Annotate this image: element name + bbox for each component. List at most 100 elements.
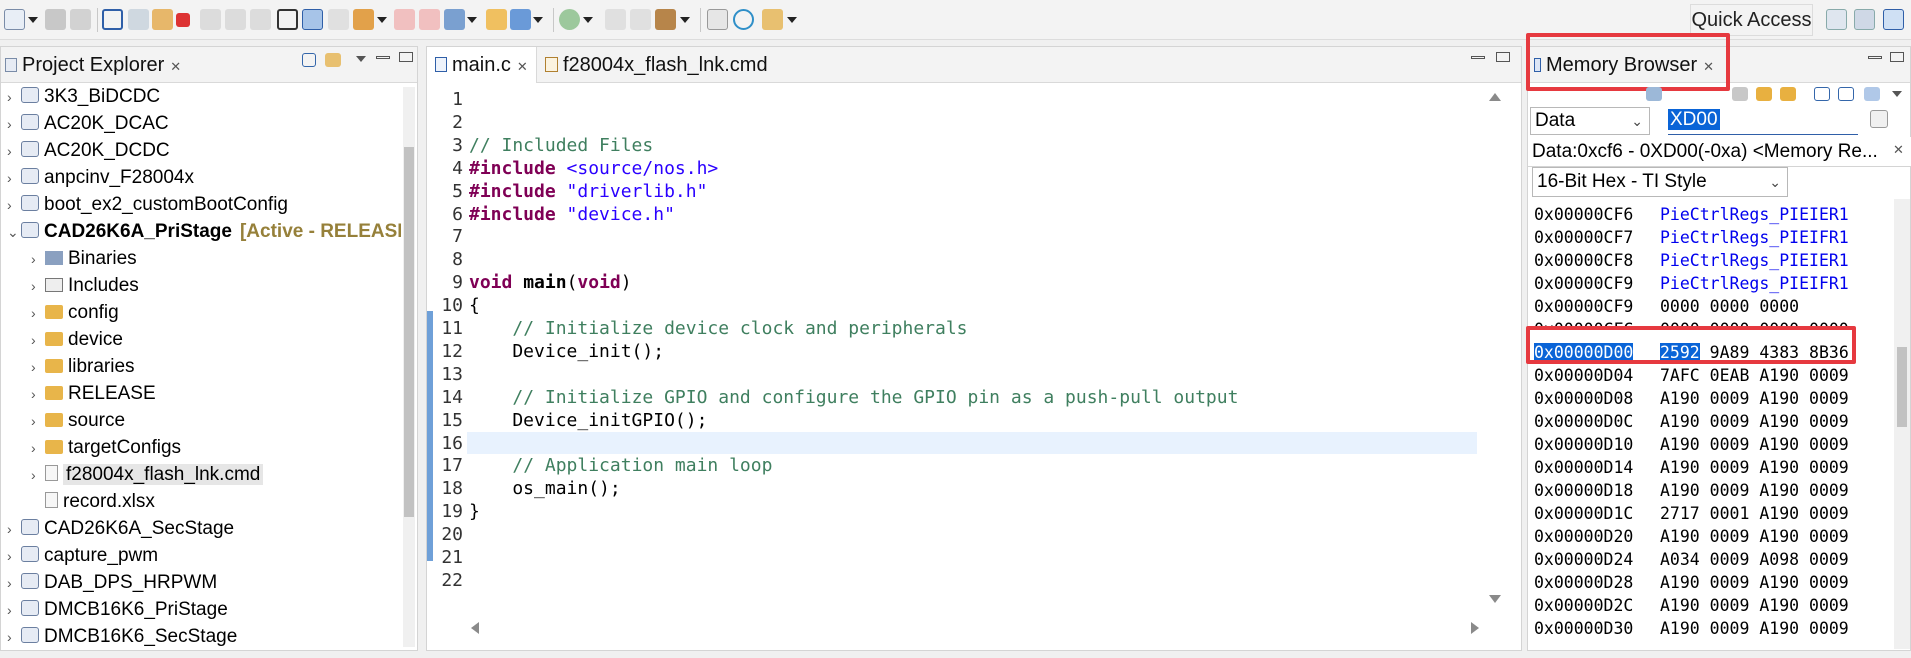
scroll-right-icon[interactable] xyxy=(1471,622,1479,634)
page-select[interactable]: Data ⌄ xyxy=(1530,107,1650,135)
format-select[interactable]: 16-Bit Hex - TI Style ⌄ xyxy=(1532,167,1788,197)
memory-row[interactable]: 0x00000D14 A190 0009 A190 0009 xyxy=(1528,458,1894,477)
memory-row[interactable]: 0x00000D28 A190 0009 A190 0009 xyxy=(1528,573,1894,592)
close-icon[interactable]: ✕ xyxy=(170,59,181,74)
tree-item[interactable]: ⌄ CAD26K6A_PriStage [Active - RELEASE xyxy=(1,218,401,245)
chevron-right-icon[interactable]: › xyxy=(7,543,21,570)
editor-vscrollbar[interactable] xyxy=(1485,89,1503,609)
close-icon[interactable]: ✕ xyxy=(1893,143,1904,158)
import-icon[interactable] xyxy=(1756,87,1772,101)
explorer-scrollbar-thumb[interactable] xyxy=(404,147,414,517)
step-into-icon[interactable] xyxy=(200,9,221,30)
pencil-dropdown-icon[interactable] xyxy=(787,17,797,23)
debug-dropdown-icon[interactable] xyxy=(467,17,477,23)
save-icon[interactable] xyxy=(45,9,66,30)
gear-dropdown-icon[interactable] xyxy=(583,17,593,23)
close-icon[interactable]: ✕ xyxy=(517,59,528,74)
chevron-right-icon[interactable]: › xyxy=(7,570,21,597)
maximize-icon[interactable] xyxy=(1496,52,1510,62)
memory-row[interactable]: 0x00000CF9 PieCtrlRegs_PIEIFR1 xyxy=(1528,274,1894,293)
skip-breakpoints-icon[interactable] xyxy=(419,9,440,30)
debug-icon[interactable] xyxy=(444,9,465,30)
chevron-right-icon[interactable]: › xyxy=(31,273,45,300)
grid-icon[interactable] xyxy=(277,9,298,30)
chevron-right-icon[interactable]: › xyxy=(7,516,21,543)
maximize-icon[interactable] xyxy=(1890,52,1904,62)
pin-icon[interactable] xyxy=(1838,87,1854,101)
tree-item[interactable]: › source xyxy=(1,407,125,434)
chevron-right-icon[interactable]: › xyxy=(31,408,45,435)
minimize-icon[interactable] xyxy=(376,56,390,59)
connect-icon[interactable] xyxy=(302,9,323,30)
quick-access-field[interactable]: Quick Access xyxy=(1690,4,1813,36)
memory-scrollbar-thumb[interactable] xyxy=(1897,347,1907,427)
tab-project-explorer[interactable]: Project Explorer ✕ xyxy=(5,47,181,83)
undo-icon[interactable] xyxy=(605,9,626,30)
console-icon[interactable] xyxy=(707,9,728,30)
tree-item[interactable]: › libraries xyxy=(1,353,135,380)
export-icon[interactable] xyxy=(1780,87,1796,101)
save-all-icon[interactable] xyxy=(70,9,91,30)
address-input[interactable]: XD00 xyxy=(1668,107,1858,135)
tree-item[interactable]: › f28004x_flash_lnk.cmd xyxy=(1,461,264,488)
run-dropdown-icon[interactable] xyxy=(533,17,543,23)
resume-icon[interactable] xyxy=(128,9,149,30)
tree-item[interactable]: › Includes xyxy=(1,272,139,299)
memory-row[interactable]: 0x00000CF7 PieCtrlRegs_PIEIFR1 xyxy=(1528,228,1894,247)
minimize-icon[interactable] xyxy=(1471,56,1485,59)
search-icon[interactable] xyxy=(733,9,754,30)
run-icon[interactable] xyxy=(510,9,531,30)
maximize-icon[interactable] xyxy=(399,52,413,62)
build-icon[interactable] xyxy=(486,9,507,30)
tree-item[interactable]: › DMCB16K6_SecStage xyxy=(1,623,237,650)
link-icon[interactable] xyxy=(1864,87,1880,101)
step-over-icon[interactable] xyxy=(225,9,246,30)
chevron-right-icon[interactable]: › xyxy=(7,165,21,192)
tree-item[interactable]: › DMCB16K6_PriStage xyxy=(1,596,228,623)
tree-item[interactable]: record.xlsx xyxy=(1,488,155,515)
new-tab-icon[interactable] xyxy=(1814,87,1830,101)
tree-item[interactable]: › boot_ex2_customBootConfig xyxy=(1,191,288,218)
chevron-right-icon[interactable]: › xyxy=(7,624,21,651)
memory-row[interactable]: 0x00000D2C A190 0009 A190 0009 xyxy=(1528,596,1894,615)
tree-item[interactable]: › RELEASE xyxy=(1,380,156,407)
redo-icon[interactable] xyxy=(630,9,651,30)
code-area[interactable]: 1 2 3// Included Files 4 #include <source/no… xyxy=(433,83,1497,658)
tree-item[interactable]: › capture_pwm xyxy=(1,542,158,569)
download-icon[interactable] xyxy=(353,9,374,30)
link-editor-icon[interactable] xyxy=(325,53,341,67)
chevron-right-icon[interactable]: › xyxy=(31,381,45,408)
view-menu-icon[interactable] xyxy=(1892,91,1902,97)
load-memory-icon[interactable] xyxy=(1732,87,1748,101)
chevron-right-icon[interactable]: › xyxy=(7,111,21,138)
memory-row[interactable]: 0x00000D24 A034 0009 A098 0009 xyxy=(1528,550,1894,569)
chevron-right-icon[interactable]: › xyxy=(7,138,21,165)
new-icon[interactable] xyxy=(4,9,25,30)
tab-main-c[interactable]: main.c ✕ xyxy=(427,47,537,83)
tree-item[interactable]: › device xyxy=(1,326,123,353)
memory-row[interactable]: 0x00000D08 A190 0009 A190 0009 xyxy=(1528,389,1894,408)
memory-row[interactable]: 0x00000CF9 0000 0000 0000 xyxy=(1528,297,1894,316)
tree-item[interactable]: › Binaries xyxy=(1,245,137,272)
scroll-up-icon[interactable] xyxy=(1489,93,1501,101)
hammer-icon[interactable] xyxy=(655,9,676,30)
memory-row[interactable]: 0x00000CF6 PieCtrlRegs_PIEIER1 xyxy=(1528,205,1894,224)
pencil-icon[interactable] xyxy=(762,9,783,30)
debug-perspective-icon[interactable] xyxy=(1883,9,1904,30)
refresh-icon[interactable] xyxy=(1646,87,1662,101)
chevron-right-icon[interactable]: › xyxy=(7,84,21,111)
open-perspective-icon[interactable] xyxy=(1826,9,1847,30)
tree-item[interactable]: › AC20K_DCAC xyxy=(1,110,169,137)
memory-row[interactable]: 0x00000D30 A190 0009 A190 0009 xyxy=(1528,619,1894,638)
chevron-right-icon[interactable]: › xyxy=(7,192,21,219)
memory-row[interactable]: 0x00000CF8 PieCtrlRegs_PIEIER1 xyxy=(1528,251,1894,270)
explorer-scrollbar[interactable] xyxy=(403,87,415,647)
chevron-right-icon[interactable]: › xyxy=(31,327,45,354)
tree-item[interactable]: › AC20K_DCDC xyxy=(1,137,170,164)
edit-perspective-icon[interactable] xyxy=(1854,9,1875,30)
gear-icon[interactable] xyxy=(559,9,580,30)
tree-item[interactable]: › targetConfigs xyxy=(1,434,181,461)
terminate-icon[interactable] xyxy=(176,13,190,27)
suspend-icon[interactable] xyxy=(152,9,173,30)
memory-row[interactable]: 0x00000D20 A190 0009 A190 0009 xyxy=(1528,527,1894,546)
